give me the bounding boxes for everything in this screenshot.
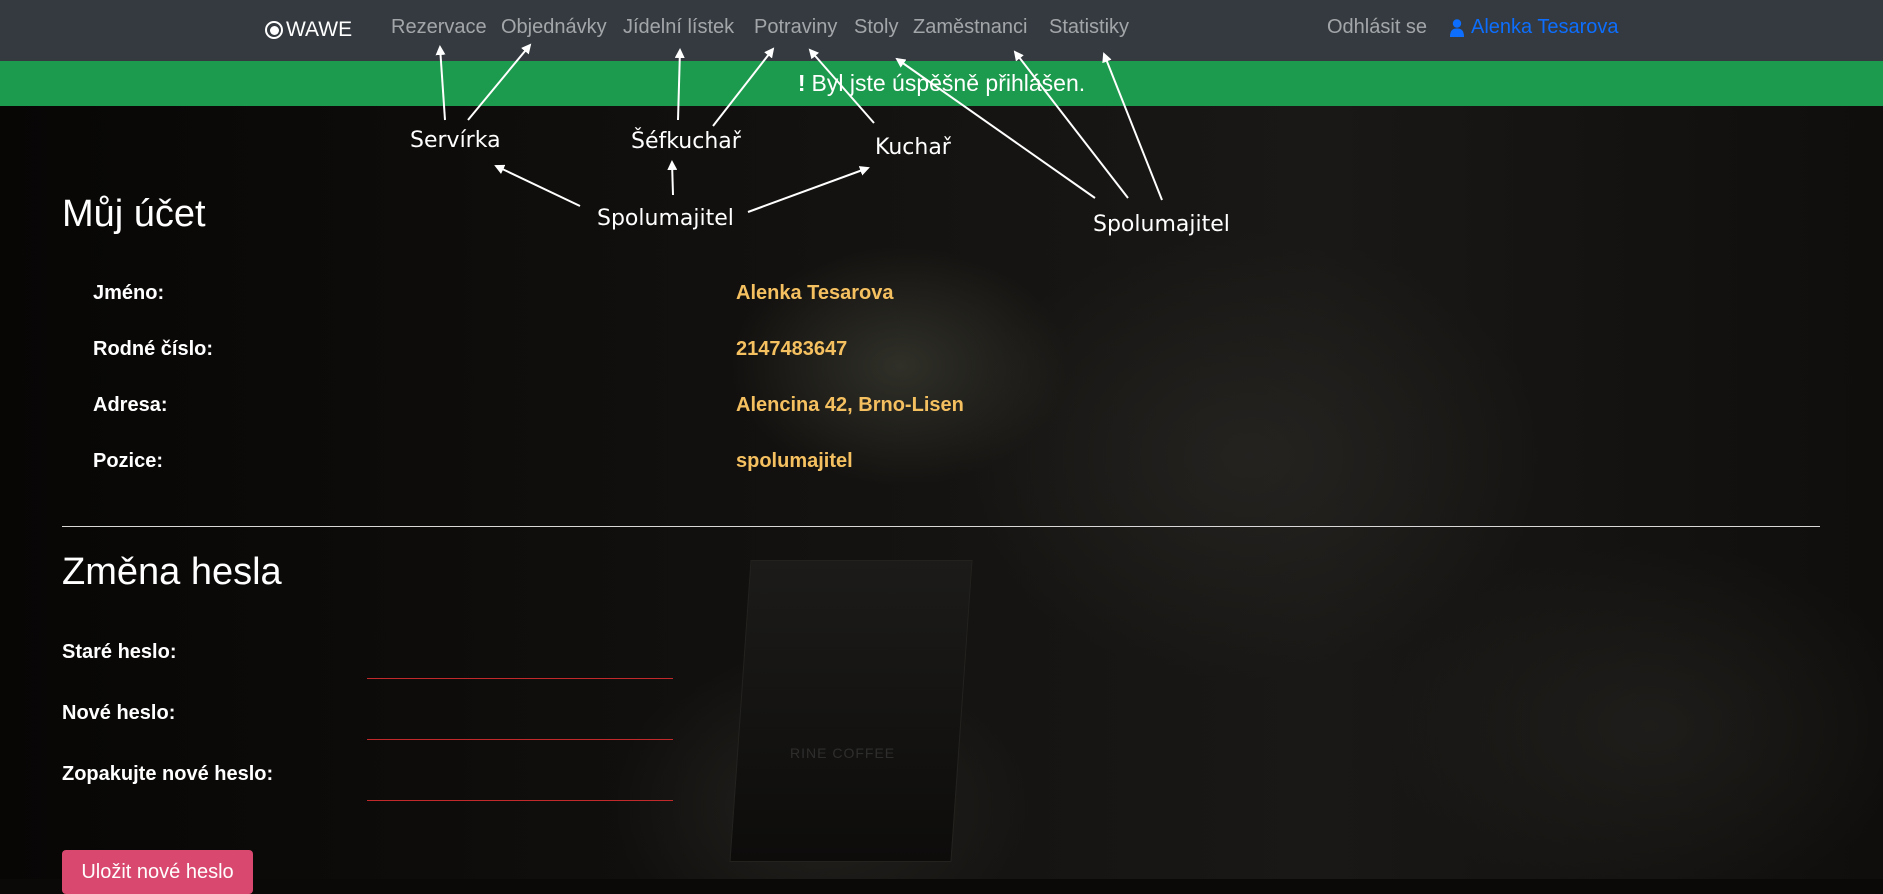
nav-zamestnanci[interactable]: Zaměstnanci [913,16,1028,39]
alert-message: Byl jste úspěšně přihlášen. [811,70,1086,96]
nav-objednavky[interactable]: Objednávky [501,16,607,39]
annotation-sefkuchar: Šéfkuchař [631,129,741,154]
password-change-title: Změna hesla [62,551,282,593]
annotation-spolumajitel-left: Spolumajitel [597,206,734,231]
coffee-machine-photo [729,560,973,862]
annotation-servirka: Servírka [410,128,501,153]
account-title: Můj účet [62,193,206,235]
info-value-birth-number: 2147483647 [736,338,848,360]
brand-name: WAWE [286,18,353,41]
info-value-name: Alenka Tesarova [736,282,894,304]
info-label-address: Adresa: [93,394,168,416]
nav-statistiky[interactable]: Statistiky [1049,16,1129,39]
user-name: Alenka Tesarova [1471,16,1619,38]
new-password-label: Nové heslo: [62,702,176,724]
save-password-button[interactable]: Uložit nové heslo [62,850,253,894]
old-password-label: Staré heslo: [62,641,177,663]
background-photo-text: RINE COFFEE [790,745,896,761]
exclamation-icon: ! [797,70,806,96]
annotation-spolumajitel-right: Spolumajitel [1093,212,1230,237]
nav-jidelni-listek[interactable]: Jídelní lístek [623,16,734,39]
info-value-position: spolumajitel [736,450,853,472]
login-success-alert: ! Byl jste úspěšně přihlášen. [0,61,1883,106]
nav-rezervace[interactable]: Rezervace [391,16,487,39]
user-icon [1450,18,1464,37]
user-profile-link[interactable]: Alenka Tesarova [1450,16,1619,39]
info-label-birth-number: Rodné číslo: [93,338,214,360]
repeat-password-label: Zopakujte nové heslo: [62,763,274,785]
new-password-input[interactable] [367,707,673,740]
logout-link[interactable]: Odhlásit se [1327,16,1427,39]
brand-logo-icon [265,21,283,39]
repeat-password-input[interactable] [367,768,673,801]
nav-stoly[interactable]: Stoly [854,16,898,39]
info-value-address: Alencina 42, Brno-Lisen [736,394,964,416]
old-password-input[interactable] [367,646,673,679]
section-divider [62,526,1820,527]
info-label-name: Jméno: [93,282,165,304]
annotation-kuchar: Kuchař [875,135,951,160]
brand-link[interactable]: WAWE [265,15,352,45]
top-navbar: WAWE Rezervace Objednávky Jídelní lístek… [0,0,1883,61]
nav-potraviny[interactable]: Potraviny [754,16,837,39]
info-label-position: Pozice: [93,450,164,472]
